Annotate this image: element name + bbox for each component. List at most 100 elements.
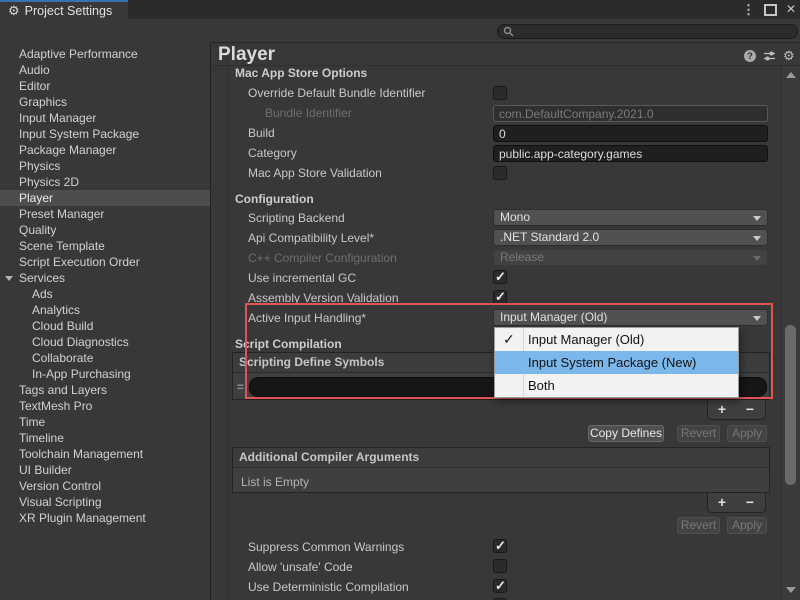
drag-handle-icon[interactable]: = (237, 380, 244, 394)
search-input[interactable] (497, 24, 798, 39)
sidebar-item-toolchain-management[interactable]: Toolchain Management (0, 446, 210, 462)
close-icon[interactable]: ✕ (786, 0, 796, 19)
scripting-backend-label: Scripting Backend (248, 211, 345, 225)
use-deterministic-compilation-checkbox[interactable]: ✓ (493, 579, 507, 593)
sidebar-item-timeline[interactable]: Timeline (0, 430, 210, 446)
sidebar-item-physics-2d[interactable]: Physics 2D (0, 174, 210, 190)
sidebar-item-ads[interactable]: Ads (0, 286, 210, 302)
project-settings-window: ⚙ Project Settings ⋮ ✕ Adaptive Performa… (0, 0, 800, 600)
sidebar-item-input-system-package[interactable]: Input System Package (0, 126, 210, 142)
assembly-version-validation-label: Assembly Version Validation (248, 291, 399, 305)
additional-compiler-arguments-header: Additional Compiler Arguments (233, 448, 769, 468)
chevron-down-icon (753, 316, 761, 321)
scrollbar-thumb[interactable] (785, 325, 796, 485)
content-inset-line (228, 66, 229, 600)
sidebar-item-script-execution-order[interactable]: Script Execution Order (0, 254, 210, 270)
scripting-backend-dropdown[interactable]: Mono (493, 209, 768, 226)
sidebar-item-physics[interactable]: Physics (0, 158, 210, 174)
sidebar-item-label: Services (19, 271, 65, 285)
allow-unsafe-code-label: Allow 'unsafe' Code (248, 560, 353, 574)
assembly-version-validation-checkbox[interactable]: ✓ (493, 290, 507, 304)
sidebar-item-package-manager[interactable]: Package Manager (0, 142, 210, 158)
bundle-identifier-label: Bundle Identifier (265, 106, 352, 120)
sidebar-item-cloud-diagnostics[interactable]: Cloud Diagnostics (0, 334, 210, 350)
mac-app-store-validation-checkbox[interactable] (493, 166, 507, 180)
maximize-icon[interactable] (764, 4, 777, 16)
sidebar-item-services[interactable]: Services (0, 270, 210, 286)
category-field[interactable] (493, 145, 768, 162)
compiler-args-list-controls: + − (707, 493, 766, 513)
page-title: Player (218, 44, 275, 66)
scroll-down-icon[interactable] (786, 587, 796, 593)
apply-button: Apply (727, 517, 767, 534)
override-bundle-identifier-checkbox[interactable] (493, 86, 507, 100)
sidebar-item-time[interactable]: Time (0, 414, 210, 430)
sidebar-item-input-manager[interactable]: Input Manager (0, 110, 210, 126)
scroll-up-icon[interactable] (786, 72, 796, 78)
settings-gear-icon: ⚙ (8, 3, 20, 18)
section-mac-app-store-options: Mac App Store Options (235, 66, 367, 80)
sidebar-item-audio[interactable]: Audio (0, 62, 210, 78)
suppress-common-warnings-checkbox[interactable]: ✓ (493, 539, 507, 553)
incremental-gc-label: Use incremental GC (248, 271, 356, 285)
apply-button: Apply (727, 425, 767, 442)
sidebar-item-adaptive-performance[interactable]: Adaptive Performance (0, 46, 210, 62)
sidebar-item-scene-template[interactable]: Scene Template (0, 238, 210, 254)
panel-gear-icon[interactable]: ⚙ (783, 49, 795, 62)
build-label: Build (248, 126, 275, 140)
sidebar-item-editor[interactable]: Editor (0, 78, 210, 94)
api-compatibility-label: Api Compatibility Level* (248, 231, 374, 245)
add-item-button[interactable]: + (712, 400, 732, 418)
tab-project-settings[interactable]: ⚙ Project Settings (0, 0, 128, 19)
sidebar-item-version-control[interactable]: Version Control (0, 478, 210, 494)
sidebar-item-quality[interactable]: Quality (0, 222, 210, 238)
copy-defines-button[interactable]: Copy Defines (588, 425, 664, 442)
menu-item-input-system-package-new[interactable]: Input System Package (New) (495, 351, 738, 374)
build-field[interactable] (493, 125, 768, 142)
search-icon (503, 26, 514, 37)
tab-title: Project Settings (25, 4, 113, 18)
api-compatibility-dropdown[interactable]: .NET Standard 2.0 (493, 229, 768, 246)
menu-item-input-manager-old[interactable]: ✓ Input Manager (Old) (495, 328, 738, 351)
sidebar-item-preset-manager[interactable]: Preset Manager (0, 206, 210, 222)
presets-icon[interactable] (763, 50, 776, 62)
cpp-compiler-config-label: C++ Compiler Configuration (248, 251, 397, 265)
sidebar-item-cloud-build[interactable]: Cloud Build (0, 318, 210, 334)
menu-item-label: Input Manager (Old) (528, 332, 644, 347)
sidebar-item-visual-scripting[interactable]: Visual Scripting (0, 494, 210, 510)
kebab-menu-icon[interactable]: ⋮ (742, 0, 755, 19)
vertical-scrollbar[interactable] (781, 66, 799, 600)
menu-item-label: Both (528, 378, 555, 393)
api-compatibility-value: .NET Standard 2.0 (500, 230, 599, 244)
tab-strip: ⚙ Project Settings ⋮ ✕ (0, 0, 800, 19)
active-input-handling-label: Active Input Handling* (248, 311, 366, 325)
sidebar-item-analytics[interactable]: Analytics (0, 302, 210, 318)
chevron-down-icon (753, 256, 761, 261)
chevron-down-icon (753, 216, 761, 221)
remove-item-button[interactable]: − (740, 493, 760, 511)
toolbar (0, 19, 800, 43)
sidebar-item-xr-plugin-management[interactable]: XR Plugin Management (0, 510, 210, 526)
use-deterministic-compilation-label: Use Deterministic Compilation (248, 580, 409, 594)
allow-unsafe-code-checkbox[interactable] (493, 559, 507, 573)
define-symbols-list-controls: + − (707, 400, 766, 420)
add-item-button[interactable]: + (712, 493, 732, 511)
sidebar-item-collaborate[interactable]: Collaborate (0, 350, 210, 366)
active-input-handling-dropdown[interactable]: Input Manager (Old) (493, 309, 768, 326)
sidebar-item-tags-and-layers[interactable]: Tags and Layers (0, 382, 210, 398)
override-bundle-identifier-label: Override Default Bundle Identifier (248, 86, 425, 100)
menu-item-label: Input System Package (New) (528, 355, 696, 370)
foldout-expanded-icon[interactable] (5, 276, 13, 281)
check-icon: ✓ (495, 538, 506, 554)
incremental-gc-checkbox[interactable]: ✓ (493, 270, 507, 284)
remove-item-button[interactable]: − (740, 400, 760, 418)
sidebar-item-in-app-purchasing[interactable]: In-App Purchasing (0, 366, 210, 382)
menu-item-both[interactable]: Both (495, 374, 738, 397)
active-input-handling-menu: ✓ Input Manager (Old) Input System Packa… (494, 327, 739, 398)
sidebar-item-graphics[interactable]: Graphics (0, 94, 210, 110)
category-label: Category (248, 146, 297, 160)
sidebar-item-ui-builder[interactable]: UI Builder (0, 462, 210, 478)
help-icon[interactable]: ? (744, 50, 756, 62)
sidebar-item-player[interactable]: Player (0, 190, 210, 206)
sidebar-item-textmesh-pro[interactable]: TextMesh Pro (0, 398, 210, 414)
